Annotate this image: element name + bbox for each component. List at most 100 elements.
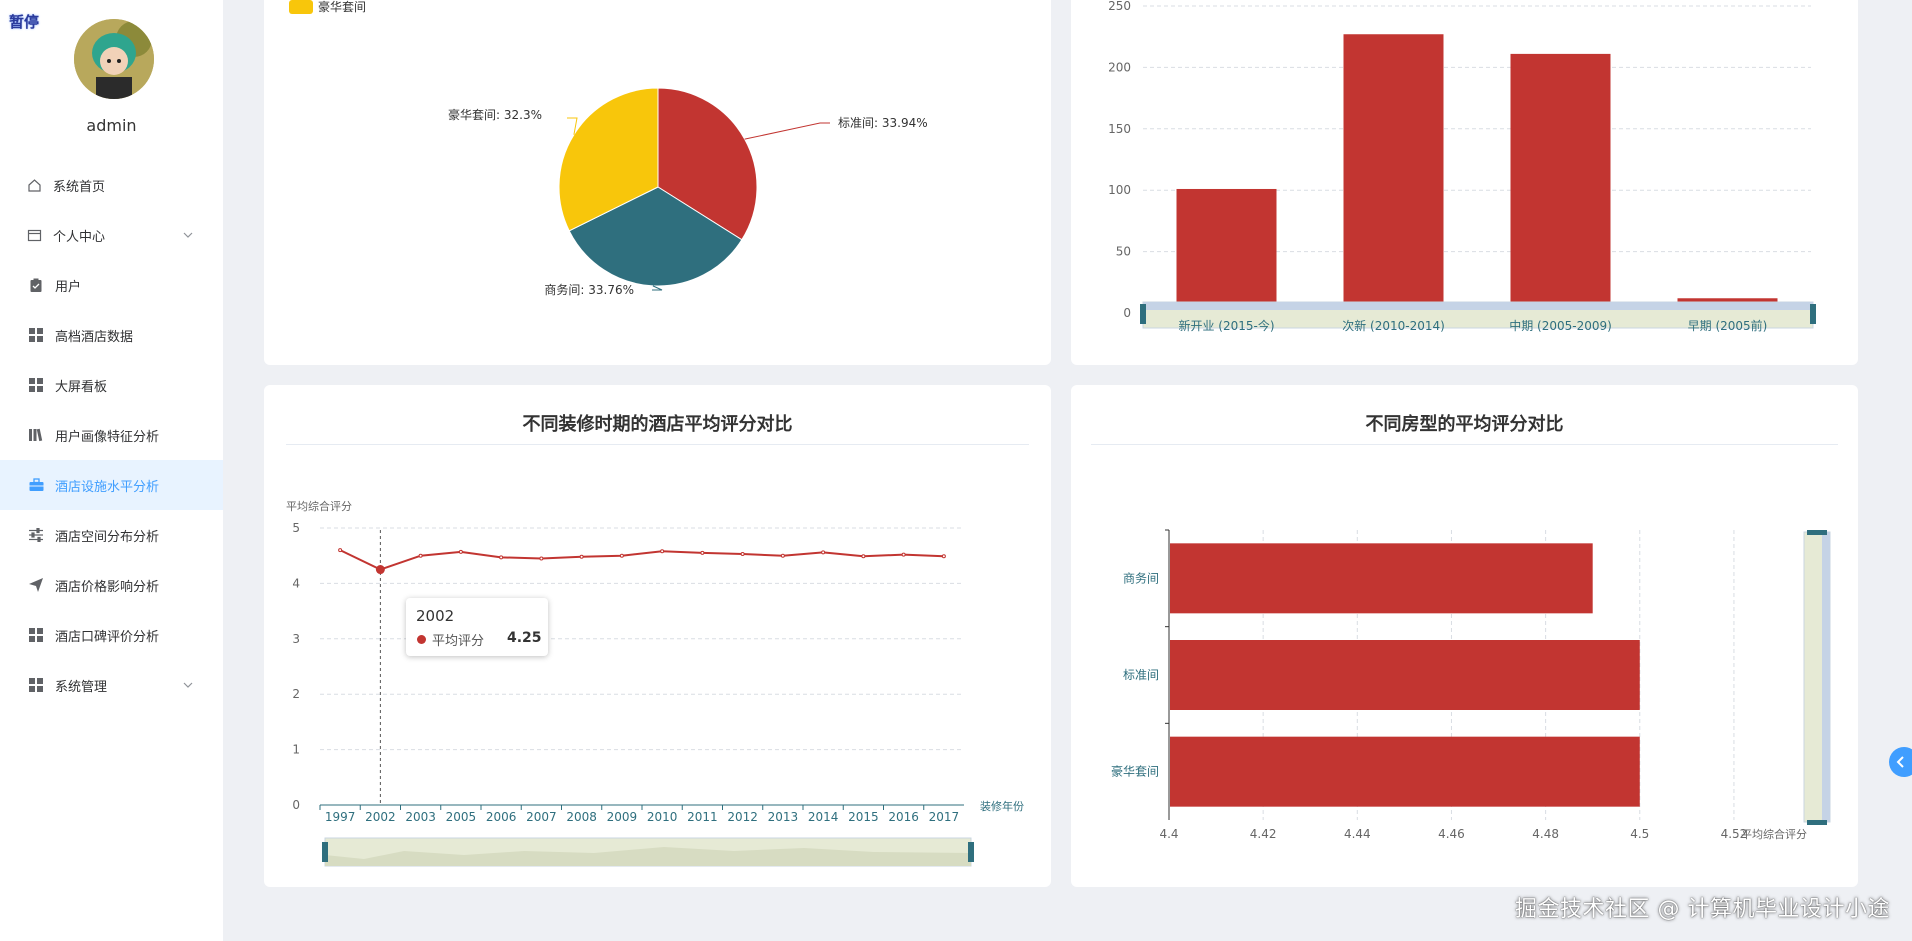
x-tick-label: 2007 xyxy=(526,810,557,824)
y-tick-label: 100 xyxy=(1108,183,1131,197)
sidebar-item-dashboard[interactable]: 大屏看板 xyxy=(0,360,223,410)
bar[interactable] xyxy=(1176,188,1277,313)
data-point[interactable] xyxy=(375,565,385,575)
grid-icon xyxy=(27,376,45,394)
room-type-rating-bar-card: 不同房型的平均评分对比 4.4 4.42 4.44 4.46 4.48 4.5 4.52 商… xyxy=(1071,385,1858,887)
pie-label-line xyxy=(744,122,830,140)
home-icon xyxy=(25,176,43,194)
y-tick-label: 豪华套间 xyxy=(1111,764,1159,779)
x-tick-label: 2006 xyxy=(486,810,517,824)
legend-swatch xyxy=(289,0,313,14)
data-point[interactable] xyxy=(619,553,624,558)
x-tick-label: 4.5 xyxy=(1630,827,1649,841)
x-axis-label: 平均综合评分 xyxy=(1741,827,1807,841)
sidebar-item-users[interactable]: 用户 xyxy=(0,260,223,310)
x-tick-label: 早期 (2005前) xyxy=(1688,318,1768,333)
data-point[interactable] xyxy=(579,554,584,559)
x-tick-label: 2010 xyxy=(647,810,678,824)
datazoom-handle[interactable] xyxy=(1140,304,1146,324)
clipboard-icon xyxy=(27,276,45,294)
data-point[interactable] xyxy=(821,550,826,555)
send-icon xyxy=(27,576,45,594)
username: admin xyxy=(86,116,137,135)
grid-icon xyxy=(27,626,45,644)
data-point[interactable] xyxy=(861,554,866,559)
data-point[interactable] xyxy=(780,553,785,558)
tooltip-value: 4.25 xyxy=(507,630,542,646)
chevron-down-icon xyxy=(183,678,193,693)
sidebar-item-label: 大屏看板 xyxy=(55,379,108,395)
bar[interactable] xyxy=(1170,736,1640,807)
datazoom-handle[interactable] xyxy=(1810,304,1816,324)
sidebar-item-profile[interactable]: 个人中心 xyxy=(0,210,223,260)
datazoom-handle[interactable] xyxy=(968,842,974,862)
y-tick-label: 2 xyxy=(292,687,300,701)
sidebar-item-home[interactable]: 系统首页 xyxy=(0,160,223,210)
y-axis-label: 平均综合评分 xyxy=(286,499,352,513)
x-tick-label: 新开业 (2015-今) xyxy=(1178,318,1274,333)
y-tick-label: 4 xyxy=(292,576,300,590)
sidebar-item-facility-analysis[interactable]: 酒店设施水平分析 xyxy=(0,460,223,510)
sidebar-item-hotel-data[interactable]: 高档酒店数据 xyxy=(0,310,223,360)
pie-label: 商务间: 33.76% xyxy=(544,282,634,297)
data-point[interactable] xyxy=(740,552,745,557)
bar[interactable] xyxy=(1343,34,1444,314)
side-panel-toggle[interactable] xyxy=(1889,747,1912,777)
x-tick-label: 4.44 xyxy=(1344,827,1371,841)
profile-icon xyxy=(25,226,43,244)
room-type-pie-chart: 豪华套间 标准间: 33.94% 商务间: 33.76% 豪华套间: 32.3% xyxy=(289,0,928,297)
x-tick-label: 2009 xyxy=(607,810,638,824)
sidebar-item-system-management[interactable]: 系统管理 xyxy=(0,660,223,710)
datazoom-handle[interactable] xyxy=(322,842,328,862)
bar[interactable] xyxy=(1170,543,1593,614)
sidebar-item-user-profile-analysis[interactable]: 用户画像特征分析 xyxy=(0,410,223,460)
data-point[interactable] xyxy=(539,556,544,561)
avatar-image xyxy=(74,19,154,99)
pie-label: 标准间: 33.94% xyxy=(838,116,928,130)
pause-tag[interactable]: 暂停 xyxy=(9,11,39,32)
bar[interactable] xyxy=(1510,53,1611,313)
data-point[interactable] xyxy=(901,552,906,557)
sidebar: 暂停 admin 系统首页 个人中心 用户 高档酒店数据 大屏看板 用户画像特征… xyxy=(0,0,223,941)
y-tick-label: 50 xyxy=(1116,245,1131,259)
x-tick-label: 4.46 xyxy=(1438,827,1465,841)
x-tick-label: 2005 xyxy=(446,810,477,824)
sidebar-item-label: 用户画像特征分析 xyxy=(55,429,160,445)
data-point[interactable] xyxy=(458,549,463,554)
data-point[interactable] xyxy=(499,555,504,560)
sidebar-item-price-analysis[interactable]: 酒店价格影响分析 xyxy=(0,560,223,610)
sidebar-item-label: 个人中心 xyxy=(53,229,106,245)
y-tick-label: 1 xyxy=(292,743,300,757)
x-tick-label: 1997 xyxy=(325,810,356,824)
data-point[interactable] xyxy=(700,550,705,555)
sidebar-item-label: 系统管理 xyxy=(55,679,108,695)
tooltip-title: 2002 xyxy=(416,607,455,625)
sidebar-item-spatial-analysis[interactable]: 酒店空间分布分析 xyxy=(0,510,223,560)
y-tick-label: 200 xyxy=(1108,60,1131,74)
grid-icon xyxy=(27,676,45,694)
data-point[interactable] xyxy=(418,553,423,558)
tooltip-series-name: 平均评分 xyxy=(432,634,485,649)
x-tick-label: 2017 xyxy=(929,810,960,824)
tooltip-series-dot xyxy=(417,635,426,644)
x-tick-label: 4.48 xyxy=(1532,827,1559,841)
data-point[interactable] xyxy=(660,549,665,554)
datazoom-handle[interactable] xyxy=(1807,530,1827,535)
y-tick-label: 150 xyxy=(1108,122,1131,136)
x-tick-label: 2016 xyxy=(888,810,919,824)
renovation-rating-line-chart: 平均综合评分 装修年份 0 1 2 3 4 5 1997 2002 2003 2005 2006 2… xyxy=(286,499,1024,867)
datazoom-handle[interactable] xyxy=(1807,820,1827,825)
pie-label: 豪华套间: 32.3% xyxy=(448,107,542,122)
data-point[interactable] xyxy=(941,554,946,559)
bar[interactable] xyxy=(1170,640,1640,710)
avatar[interactable] xyxy=(74,19,154,99)
data-point[interactable] xyxy=(338,548,343,553)
x-tick-label: 次新 (2010-2014) xyxy=(1342,318,1445,333)
legend-label[interactable]: 豪华套间 xyxy=(318,0,366,14)
x-tick-label: 2013 xyxy=(768,810,799,824)
x-tick-label: 中期 (2005-2009) xyxy=(1509,318,1612,333)
bars-icon xyxy=(27,426,45,444)
renovation-count-bar-chart: 0 50 100 150 200 250 新开业 (2015-今) 次新 (2010-201… xyxy=(1108,0,1816,333)
room-type-pie-card: 豪华套间 标准间: 33.94% 商务间: 33.76% 豪华套间: 32.3% xyxy=(264,0,1051,365)
sidebar-item-reputation-analysis[interactable]: 酒店口碑评价分析 xyxy=(0,610,223,660)
